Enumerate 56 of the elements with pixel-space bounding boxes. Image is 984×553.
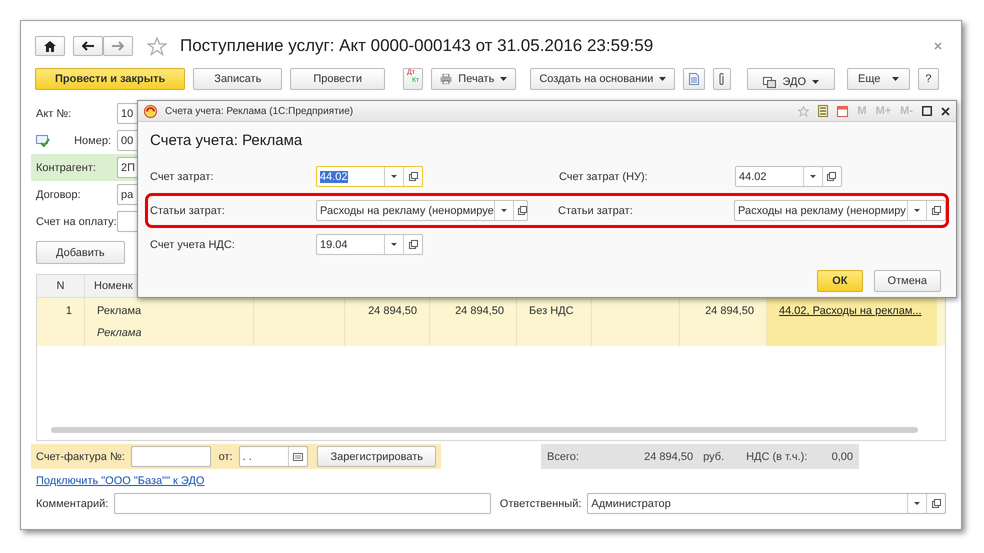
ok-button[interactable]: ОК [817,270,863,292]
total-amount: 24 894,50 [643,450,694,462]
field-value: 00 [121,134,134,146]
add-button[interactable]: Добавить [36,241,125,264]
toolbar-button[interactable]: Провести [290,68,385,90]
field-label: Счет на оплату: [36,216,117,228]
date-field[interactable]: . . [238,446,308,467]
column-header: Номенк [93,279,134,294]
table-row[interactable]: 1 Реклама Реклама 24 894,50 24 894,50 Без НДС 24 894,50 44.02, Расходы на реклам... [37,298,945,346]
account-select[interactable]: Расходы на рекламу (ненормиру [734,200,946,221]
table-cell: 1 [66,305,72,317]
toolbar-button[interactable]: ? [918,68,939,90]
field-value: ра [121,188,134,200]
vat-label: НДС (в т.ч.): [746,450,808,462]
field-label: Ответственный: [500,498,582,510]
window-title: Поступление услуг: Акт 0000-000143 от 31.05.2016 23:59:59 [180,36,654,56]
field-label: Номер: [74,134,111,146]
edo-link[interactable]: Подключить "ООО "База"" к ЭДО [36,475,204,487]
table-cell-text: Реклама [97,327,143,339]
field-label: Акт №: [36,108,72,120]
column-header: N [37,275,85,297]
edo-button[interactable]: ЭДО [747,68,835,90]
field-value: 2П [121,162,136,174]
table-cell-text: Реклама [97,305,142,317]
post-and-close-button[interactable]: Провести и закрыть [35,68,186,90]
account-select[interactable]: 44.02 [734,166,842,187]
vat-amount: 0,00 [832,450,853,462]
table-cell: 24 894,50 [368,305,417,317]
register-button[interactable]: Зарегистрировать [317,446,436,467]
toolbar-button[interactable]: Записать [193,68,282,90]
field-label: Счет-фактура №: [36,450,125,462]
menu-button[interactable]: Создать на основании [530,68,676,90]
account-select[interactable]: 19.04 [316,234,423,255]
dialog-window-title: Счета учета: Реклама (1С:Предприятие) [165,106,354,116]
field-label: Контрагент: [36,162,96,174]
field-label: Статьи затрат: [557,204,634,216]
field-label: от: [218,450,233,462]
field-label: Счет затрат (НУ): [558,170,649,182]
field-label: Комментарий: [36,498,108,510]
currency-label: руб. [703,450,724,462]
account-select[interactable]: 44.02 [316,166,423,187]
field-label: Статьи затрат: [149,204,226,216]
total-label: Всего: [547,450,579,462]
table-cell: 24 894,50 [705,305,754,317]
print-button[interactable]: Печать [431,68,516,90]
table-cell: Без НДС [529,305,574,317]
field-label: Договор: [36,188,81,200]
menu-button[interactable]: Еще [847,68,910,90]
table-cell: 24 894,50 [455,305,504,317]
account-select[interactable]: Расходы на рекламу (ненормируе [316,200,528,221]
responsible-select[interactable]: Администратор [587,493,946,514]
field-value: 10 [121,108,134,120]
field-label: Счет учета НДС: [149,238,236,250]
dialog-heading: Счета учета: Реклама [149,131,304,151]
cancel-button[interactable]: Отмена [874,270,941,292]
field-label: Счет затрат: [149,170,214,182]
